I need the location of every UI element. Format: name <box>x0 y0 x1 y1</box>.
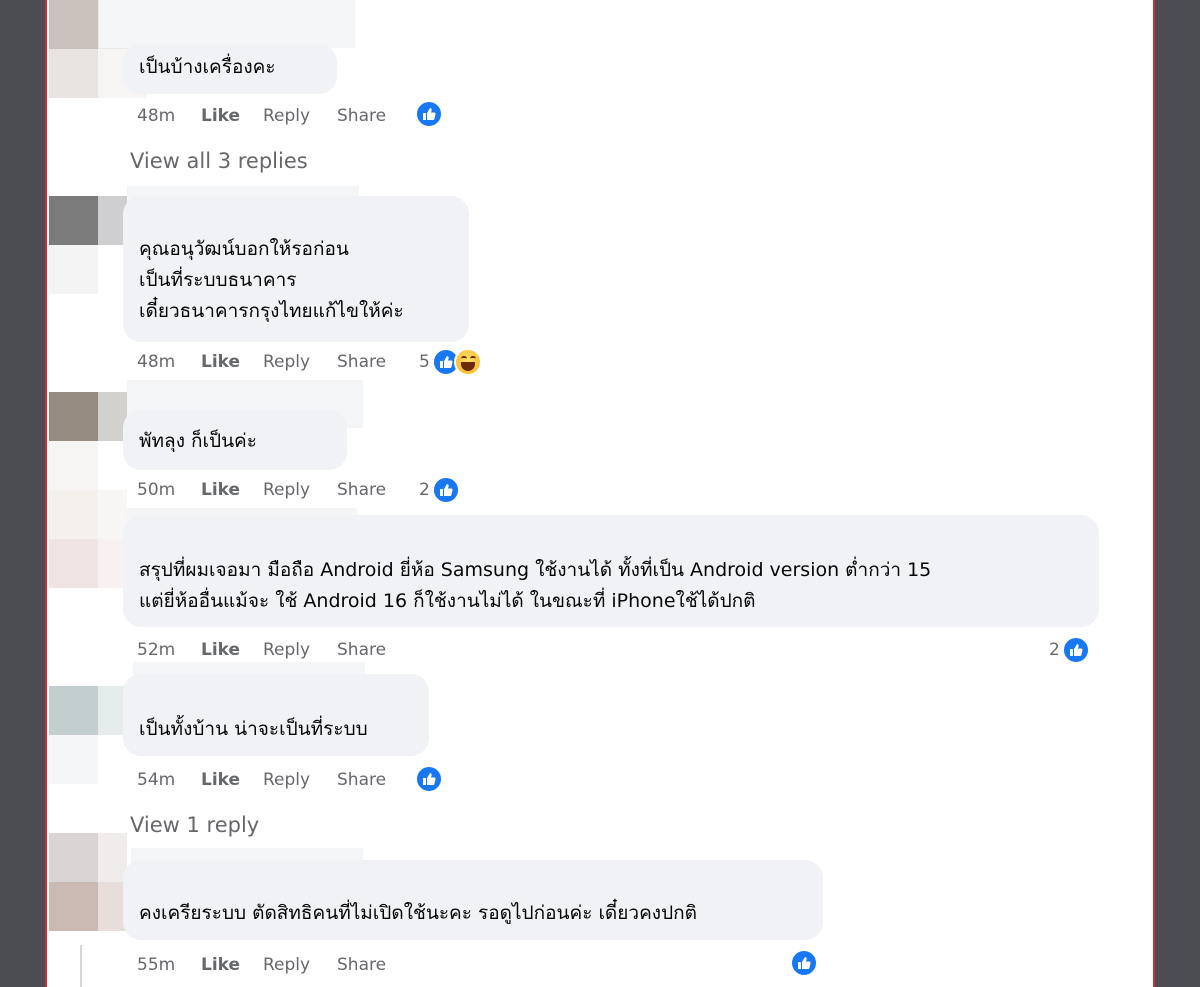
like-thumb-icon <box>415 765 443 793</box>
comment-bubble: สรุปที่ผมเจอมา มือถือ Android ยี่ห้อ Sam… <box>123 515 1099 627</box>
like-thumb-icon <box>431 476 460 504</box>
comment-bubble: เป็นทั้งบ้าน น่าจะเป็นที่ระบบ <box>123 674 429 756</box>
comment-text: แต่ยี่ห้ออื่นแม้จะ ใช้ Android 16 ก็ใช้ง… <box>139 590 756 612</box>
like-thumb-icon <box>790 949 818 977</box>
reaction-count: 2 <box>419 480 430 500</box>
comment-text: พัทลุง ก็เป็นค่ะ <box>139 430 257 452</box>
comment-text: เป็นทั้งบ้าน น่าจะเป็นที่ระบบ <box>139 718 368 740</box>
reply-button[interactable]: Reply <box>263 106 337 126</box>
comment-actions: 52m Like Reply Share <box>137 636 386 664</box>
comment-time[interactable]: 50m <box>137 480 201 500</box>
thread-line <box>80 945 82 987</box>
like-button[interactable]: Like <box>201 770 263 790</box>
haha-emoji-icon <box>453 348 482 376</box>
comment-text: สรุปที่ผมเจอมา มือถือ Android ยี่ห้อ Sam… <box>139 559 932 581</box>
share-button[interactable]: Share <box>337 640 386 660</box>
like-button[interactable]: Like <box>201 480 263 500</box>
comment-text: เป็นบ้างเครื่องคะ <box>139 56 276 78</box>
reaction-count: 5 <box>419 352 430 372</box>
share-button[interactable]: Share <box>337 352 386 372</box>
reply-button[interactable]: Reply <box>263 480 337 500</box>
comment-time[interactable]: 52m <box>137 640 201 660</box>
comments-panel: เป็นบ้างเครื่องคะ 48m Like Reply Share V… <box>45 0 1155 987</box>
comment-bubble: เป็นบ้างเครื่องคะ <box>123 44 337 94</box>
commenter-name[interactable] <box>99 0 355 48</box>
reaction-count: 2 <box>1049 640 1060 660</box>
comment-bubble: คุณอนุวัฒน์บอกให้รอก่อน เป็นที่ระบบธนาคา… <box>123 196 469 342</box>
avatar[interactable] <box>49 392 127 490</box>
avatar[interactable] <box>49 490 127 588</box>
share-button[interactable]: Share <box>337 770 386 790</box>
like-thumb-icon <box>1061 636 1090 664</box>
comment-text: เป็นที่ระบบธนาคาร <box>139 269 297 291</box>
comment-text: คุณอนุวัฒน์บอกให้รอก่อน <box>139 238 349 260</box>
like-button[interactable]: Like <box>201 352 263 372</box>
comment-time[interactable]: 48m <box>137 106 201 126</box>
comment-actions: 55m Like Reply Share <box>137 951 386 979</box>
like-button[interactable]: Like <box>201 106 263 126</box>
share-button[interactable]: Share <box>337 480 386 500</box>
like-thumb-icon <box>415 100 443 128</box>
reaction-summary[interactable] <box>415 99 443 129</box>
comment-bubble: คงเครียระบบ ตัดสิทธิคนที่ไม่เปิดใช้นะคะ … <box>123 860 823 940</box>
share-button[interactable]: Share <box>337 106 386 126</box>
like-button[interactable]: Like <box>201 955 263 975</box>
comment-actions: 48m Like Reply Share <box>137 102 386 130</box>
reaction-summary[interactable] <box>415 764 443 794</box>
comment-text: คงเครียระบบ ตัดสิทธิคนที่ไม่เปิดใช้นะคะ … <box>139 902 697 924</box>
avatar[interactable] <box>49 686 127 784</box>
reaction-summary[interactable]: 2 <box>419 475 460 505</box>
comment-actions: 48m Like Reply Share <box>137 348 386 376</box>
comment-time[interactable]: 55m <box>137 955 201 975</box>
comment-text: เดี๋ยวธนาคารกรุงไทยแก้ไขให้ค่ะ <box>139 300 404 322</box>
reply-button[interactable]: Reply <box>263 770 337 790</box>
reply-button[interactable]: Reply <box>263 955 337 975</box>
avatar[interactable] <box>49 833 127 931</box>
comment-time[interactable]: 54m <box>137 770 201 790</box>
view-replies-link[interactable]: View all 3 replies <box>130 149 308 173</box>
reaction-summary[interactable]: 5 <box>419 347 482 377</box>
like-button[interactable]: Like <box>201 640 263 660</box>
reaction-summary[interactable]: 2 <box>1049 635 1090 665</box>
reaction-summary[interactable] <box>790 948 818 978</box>
comment-bubble: พัทลุง ก็เป็นค่ะ <box>123 410 347 470</box>
reply-button[interactable]: Reply <box>263 352 337 372</box>
comment-time[interactable]: 48m <box>137 352 201 372</box>
comment-actions: 50m Like Reply Share <box>137 476 386 504</box>
avatar[interactable] <box>49 196 127 294</box>
reply-button[interactable]: Reply <box>263 640 337 660</box>
view-replies-link[interactable]: View 1 reply <box>130 813 259 837</box>
share-button[interactable]: Share <box>337 955 386 975</box>
comment-actions: 54m Like Reply Share <box>137 766 386 794</box>
